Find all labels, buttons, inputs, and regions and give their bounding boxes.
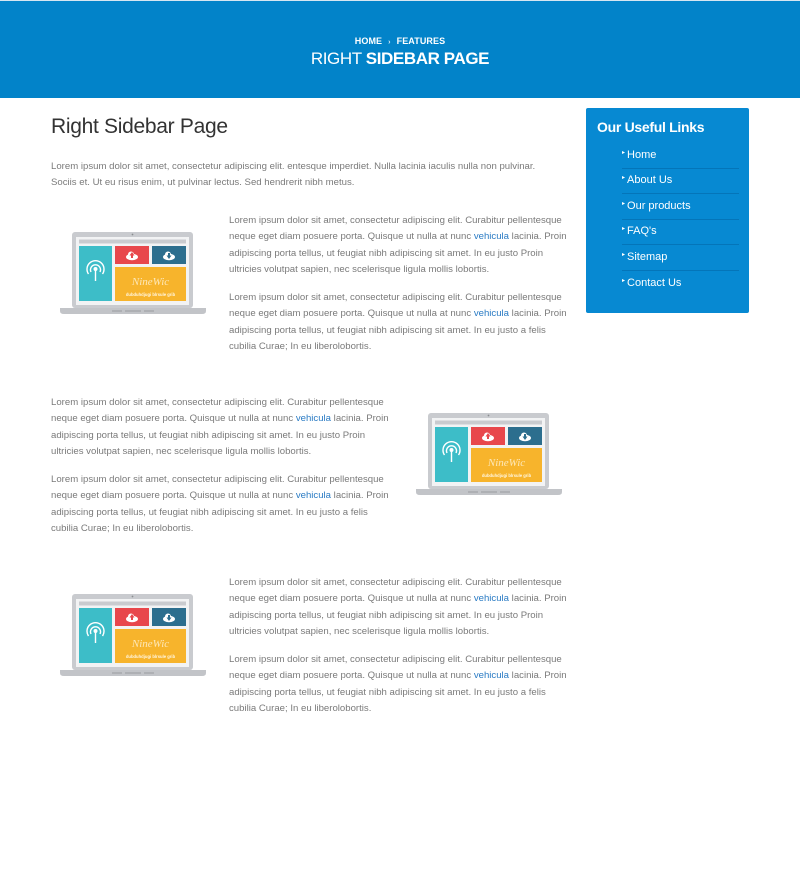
laptop-vent xyxy=(112,310,122,312)
sidebar-link-our-products[interactable]: ▸ Our products xyxy=(622,194,739,220)
vehicula-link[interactable]: vehicula xyxy=(474,593,509,604)
section-paragraph: Lorem ipsum dolor sit amet, consectetur … xyxy=(229,654,567,715)
sidebar-link-about-us[interactable]: ▸ About Us xyxy=(622,169,739,195)
laptop-camera xyxy=(131,595,134,598)
sidebar-link-label: Sitemap xyxy=(627,250,668,263)
caret-right-icon: ▸ xyxy=(622,277,626,284)
section-paragraph: Lorem ipsum dolor sit amet, consectetur … xyxy=(229,292,567,353)
vehicula-link[interactable]: vehicula xyxy=(296,490,331,501)
screen-topbar xyxy=(79,601,186,606)
sidebar-link-label: FAQ's xyxy=(627,225,657,238)
chevron-right-icon: › xyxy=(388,39,391,46)
breadcrumb: HOME › FEATURES xyxy=(0,36,800,46)
laptop-vent xyxy=(468,491,478,493)
content-section-text: Lorem ipsum dolor sit amet, consectetur … xyxy=(229,213,574,367)
sidebar-link-label: Contact Us xyxy=(627,276,682,289)
sidebar-link-label: About Us xyxy=(627,174,673,187)
section-image: NineWic dubduhdjugi blrsule grib xyxy=(58,230,208,318)
vehicula-link[interactable]: vehicula xyxy=(474,670,509,681)
screen-topbar xyxy=(79,239,186,244)
page-heading-bold: SIDEBAR PAGE xyxy=(365,49,490,68)
sidebar-link-label: Home xyxy=(627,148,657,161)
section-paragraph: Lorem ipsum dolor sit amet, consectetur … xyxy=(51,474,389,535)
intro-paragraph: Lorem ipsum dolor sit amet, consectetur … xyxy=(51,161,536,189)
laptop-vent xyxy=(500,491,510,493)
sidebar-link-label: Our products xyxy=(627,199,691,212)
vehicula-link[interactable]: vehicula xyxy=(296,413,331,424)
laptop-vent xyxy=(125,310,141,312)
laptop-vent xyxy=(125,672,141,674)
section-image: NineWic dubduhdjugi blrsule grib xyxy=(414,411,564,499)
laptop-camera xyxy=(131,233,134,236)
breadcrumb-features[interactable]: FEATURES xyxy=(397,36,446,46)
caret-right-icon: ▸ xyxy=(622,226,626,233)
laptop-illustration: NineWic dubduhdjugi blrsule grib xyxy=(416,413,562,495)
caret-right-icon: ▸ xyxy=(622,200,626,207)
laptop-brand-text: NineWic xyxy=(131,276,169,288)
vehicula-link[interactable]: vehicula xyxy=(474,308,509,319)
section-image: NineWic dubduhdjugi blrsule grib xyxy=(58,592,208,680)
laptop-tagline-text: dubduhdjugi blrsule grib xyxy=(126,654,176,659)
page-header: HOME › FEATURES RIGHT SIDEBAR PAGE xyxy=(0,1,800,98)
vehicula-link[interactable]: vehicula xyxy=(474,231,509,242)
laptop-vent xyxy=(144,310,154,312)
page-heading-light: RIGHT xyxy=(310,49,366,68)
caret-right-icon: ▸ xyxy=(622,175,626,182)
screen-topbar xyxy=(435,420,542,425)
laptop-tagline-text: dubduhdjugi blrsule grib xyxy=(482,473,532,478)
sidebar-link-sitemap[interactable]: ▸ Sitemap xyxy=(622,245,739,271)
section-paragraph: Lorem ipsum dolor sit amet, consectetur … xyxy=(229,577,567,637)
laptop-vent xyxy=(481,491,497,493)
sidebar-title: Our Useful Links xyxy=(597,119,705,135)
useful-links-sidebar: Our Useful Links ▸ Home ▸ About Us ▸ Our prod… xyxy=(586,108,749,313)
laptop-brand-text: NineWic xyxy=(131,638,169,650)
laptop-illustration: NineWic dubduhdjugi blrsule grib xyxy=(60,594,206,676)
page-title: Right Sidebar Page xyxy=(51,115,228,138)
sidebar-link-faq-s[interactable]: ▸ FAQ's xyxy=(622,220,739,246)
sidebar-link-contact-us[interactable]: ▸ Contact Us xyxy=(622,271,739,297)
laptop-vent xyxy=(112,672,122,674)
sidebar-link-home[interactable]: ▸ Home xyxy=(622,143,739,169)
laptop-camera xyxy=(487,414,490,417)
section-paragraph: Lorem ipsum dolor sit amet, consectetur … xyxy=(229,215,567,275)
laptop-illustration: NineWic dubduhdjugi blrsule grib xyxy=(60,232,206,314)
section-paragraph: Lorem ipsum dolor sit amet, consectetur … xyxy=(51,397,389,457)
caret-right-icon: ▸ xyxy=(622,251,626,258)
content-section-text: Lorem ipsum dolor sit amet, consectetur … xyxy=(229,575,574,729)
laptop-brand-text: NineWic xyxy=(487,457,525,469)
caret-right-icon: ▸ xyxy=(622,149,626,156)
laptop-tagline-text: dubduhdjugi blrsule grib xyxy=(126,292,176,297)
breadcrumb-home[interactable]: HOME xyxy=(355,36,382,46)
content-column: Right Sidebar Page Lorem ipsum dolor sit… xyxy=(51,113,571,192)
laptop-vent xyxy=(144,672,154,674)
sidebar-link-list: ▸ Home ▸ About Us ▸ Our products ▸ FAQ's ▸ Sitema… xyxy=(586,143,749,297)
content-section-text: Lorem ipsum dolor sit amet, consectetur … xyxy=(51,395,396,549)
page-heading: RIGHT SIDEBAR PAGE xyxy=(0,49,800,69)
